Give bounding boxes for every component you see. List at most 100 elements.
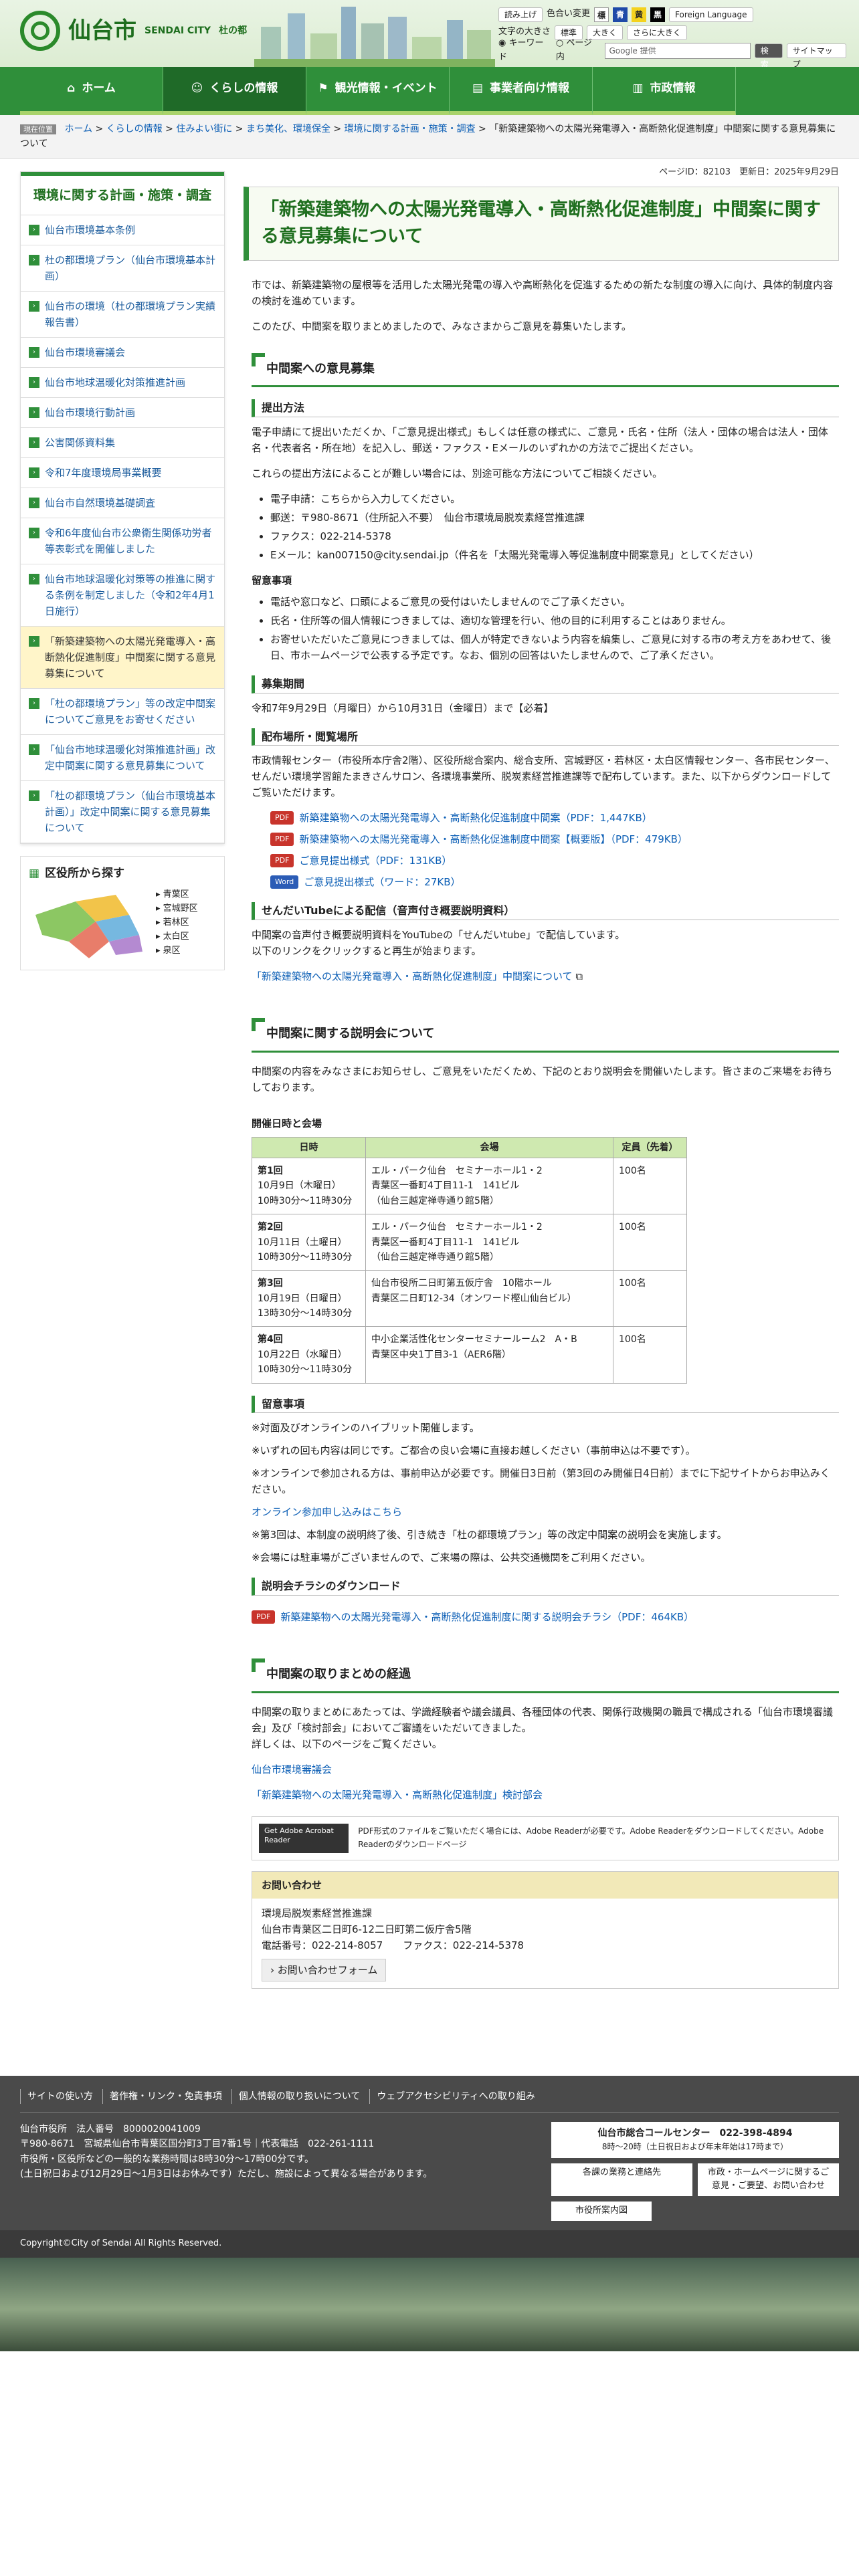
nav-home[interactable]: ⌂ ホーム	[20, 67, 163, 115]
chevron-right-icon: ›	[29, 225, 39, 236]
read-aloud-button[interactable]: 読み上げ	[498, 7, 543, 22]
ward-map-image[interactable]	[29, 888, 149, 962]
global-nav: ⌂ ホーム ☺ くらしの情報 ⚑ 観光情報・イベント ▤ 事業者向け情報 ▥ 市政情報	[0, 67, 859, 115]
sidebar-item[interactable]: › 令和6年度仙台市公衆衛生関係功労者等表彰式を開催しました	[21, 518, 224, 565]
breadcrumb-link[interactable]: くらしの情報	[106, 124, 163, 134]
chevron-right-icon: ›	[29, 498, 39, 509]
file-download-link[interactable]: 新築建築物への太陽光発電導入・高断熱化促進制度中間案【概要版】（PDF：479K…	[299, 831, 688, 847]
note-item: 氏名・住所等の個人情報につきましては、適切な管理を行い、他の目的に利用することは…	[270, 613, 839, 629]
logo-name: 仙台市	[68, 17, 136, 44]
chevron-right-icon: ›	[29, 255, 39, 266]
breadcrumb-link[interactable]: 住みよい街に	[176, 124, 232, 134]
session-datetime-cell: 第1回 10月9日（木曜日） 10時30分～11時30分	[252, 1157, 366, 1215]
breadcrumb-link[interactable]: まち美化、環境保全	[246, 124, 330, 134]
pdf-badge: PDF	[270, 833, 294, 846]
footer-button[interactable]: 各課の業務と連絡先	[551, 2163, 692, 2197]
city-emblem-icon	[20, 11, 60, 51]
nav-government[interactable]: ▥ 市政情報	[593, 67, 736, 115]
sidebar-item[interactable]: › 「新築建築物への太陽光発電導入・高断熱化促進制度」中間案に関する意見募集につい…	[21, 627, 224, 689]
chevron-right-icon: ▸	[156, 917, 163, 928]
foreign-language-button[interactable]: Foreign Language	[669, 7, 753, 22]
footer-button[interactable]: 市政・ホームページに関するご意見・ご要望、お問い合わせ	[698, 2163, 839, 2197]
adobe-reader-button[interactable]: Get Adobe Acrobat Reader	[259, 1823, 349, 1853]
color-yellow-button[interactable]: 黄	[632, 7, 647, 22]
note-item: ※第3回は、本制度の説明終了後、引き続き「杜の都環境プラン」等の改定中間案の説明…	[252, 1529, 727, 1541]
nav-business[interactable]: ▤ 事業者向け情報	[450, 67, 593, 115]
building-icon: ▤	[472, 82, 484, 96]
contact-line: 環境局脱炭素経営推進課	[262, 1907, 373, 1919]
sidebar-item[interactable]: › 令和7年度環境局事業概要	[21, 458, 224, 489]
ward-link[interactable]: ▸ 泉区	[156, 944, 198, 958]
section-heading: 中間案に関する説明会について	[252, 1017, 839, 1053]
flyer-download-link[interactable]: 新築建築物への太陽光発電導入・高断熱化促進制度に関する説明会チラシ（PDF：46…	[280, 1609, 694, 1625]
color-change-label: 色合い変更	[547, 9, 591, 19]
session-venue: 仙台市役所二日町第五仮庁舎 10階ホール 青葉区二日町12-34（オンワード樫山…	[365, 1270, 613, 1327]
color-black-button[interactable]: 黒	[650, 7, 666, 22]
subcommittee-link[interactable]: 「新築建築物への太陽光発電導入・高断熱化促進制度」検討部会	[252, 1789, 543, 1801]
radio-keyword[interactable]: ◉ キーワード	[498, 37, 552, 65]
paragraph: 中間案の音声付き概要説明資料をYouTubeの「せんだいtube」で配信していま…	[252, 928, 626, 941]
online-signup-link[interactable]: オンライン参加申し込みはこちら	[252, 1504, 839, 1520]
color-blue-button[interactable]: 青	[613, 7, 628, 22]
notes-heading: 留意事項	[252, 574, 292, 586]
footer-link[interactable]: サイトの使い方	[20, 2088, 100, 2104]
breadcrumb-link[interactable]: ホーム	[64, 124, 92, 134]
nav-living[interactable]: ☺ くらしの情報	[163, 67, 306, 115]
sitemap-button[interactable]: サイトマップ	[786, 43, 846, 67]
sidebar-item[interactable]: › 「杜の都環境プラン（仙台市環境基本計画）」改定中間案に関する意見募集について	[21, 781, 224, 844]
sidebar-item[interactable]: › 仙台市地球温暖化対策等の推進に関する条例を制定しました（令和2年4月1日施行）	[21, 564, 224, 627]
file-download: PDF 新築建築物への太陽光発電導入・高断熱化促進制度中間案（PDF：1,447K…	[270, 810, 839, 826]
sidebar-item[interactable]: › 仙台市の環境（杜の都環境プラン実績報告書）	[21, 292, 224, 338]
footer-link[interactable]: 著作権・リンク・免責事項	[102, 2088, 229, 2104]
sidebar-item[interactable]: › 「仙台市地球温暖化対策推進計画」改定中間案に関する意見募集について	[21, 735, 224, 782]
chevron-right-icon: ›	[29, 437, 39, 449]
sidebar-item[interactable]: › 仙台市地球温暖化対策推進計画	[21, 368, 224, 399]
sidebar-item[interactable]: › 仙台市環境審議会	[21, 338, 224, 368]
chevron-right-icon: ›	[29, 301, 39, 312]
breadcrumb-link[interactable]: 環境に関する計画・施策・調査	[345, 124, 476, 134]
sidebar-item[interactable]: › 仙台市環境行動計画	[21, 398, 224, 429]
font-larger-button[interactable]: さらに大きく	[627, 25, 688, 40]
session-number: 第4回	[258, 1334, 283, 1346]
ward-link[interactable]: ▸ 若林区	[156, 916, 198, 930]
skyline-illustration	[254, 7, 495, 67]
youtube-link[interactable]: 「新築建築物への太陽光発電導入・高断熱化促進制度」中間案について	[252, 970, 573, 982]
ward-map-box: ▦ 区役所から探す ▸ 青葉区 ▸ 宮城野区 ▸ 若林区 ▸ 太白区 ▸ 泉区	[20, 856, 225, 971]
footer-link[interactable]: 個人情報の取り扱いについて	[231, 2088, 367, 2104]
main-content: ページID：82103 更新日：2025年9月29日 「新築建築物への太陽光発電…	[244, 159, 839, 2002]
ward-link[interactable]: ▸ 青葉区	[156, 888, 198, 902]
table-row: 第3回 10月19日（日曜日） 13時30分～14時30分 仙台市役所二日町第五仮庁…	[252, 1270, 687, 1327]
sidebar-item[interactable]: › 仙台市自然環境基礎調査	[21, 488, 224, 519]
paragraph: 市政情報センター（市役所本庁舎2階）、区役所総合案内、総合支所、宮城野区・若林区…	[252, 754, 835, 799]
ward-name: 宮城野区	[163, 903, 198, 914]
contact-form-button[interactable]: › お問い合わせフォーム	[262, 1958, 387, 1981]
search-button[interactable]: 検索	[754, 43, 783, 67]
copyright: Copyright©City of Sendai All Rights Rese…	[0, 2230, 859, 2258]
sidebar-item[interactable]: › 「杜の都環境プラン」等の改定中間案についてご意見をお寄せください	[21, 689, 224, 736]
search-input[interactable]: Google 提供	[604, 42, 751, 59]
nav-tourism[interactable]: ⚑ 観光情報・イベント	[306, 67, 450, 115]
sidebar-item[interactable]: › 公害関係資料集	[21, 428, 224, 459]
intro-text: このたび、中間案を取りまとめましたので、みなさまからご意見を募集いたします。	[252, 320, 632, 332]
footer-link[interactable]: ウェブアクセシビリティへの取り組み	[369, 2088, 541, 2104]
file-download-link[interactable]: ご意見提出様式（PDF：131KB）	[299, 853, 452, 869]
file-download-link[interactable]: 新築建築物への太陽光発電導入・高断熱化促進制度中間案（PDF：1,447KB）	[299, 810, 652, 826]
page-title: 「新築建築物への太陽光発電導入・高断熱化促進制度」中間案に関する意見募集について	[244, 186, 839, 261]
table-header: 定員（先着）	[613, 1136, 687, 1158]
footer-button[interactable]: 市役所案内図	[551, 2202, 652, 2221]
contact-title: お問い合わせ	[252, 1871, 838, 1899]
radio-page[interactable]: ○ ページ内	[556, 37, 601, 65]
site-header: 仙台市 SENDAI CITY 杜の都 読み上げ 色合い変更 標準 青 黄 黒 …	[0, 0, 859, 67]
color-standard-button[interactable]: 標準	[594, 7, 609, 35]
home-icon: ⌂	[67, 82, 76, 96]
council-link[interactable]: 仙台市環境審議会	[252, 1763, 332, 1776]
file-download-link[interactable]: ご意見提出様式（ワード：27KB）	[304, 874, 460, 890]
ward-link[interactable]: ▸ 宮城野区	[156, 902, 198, 916]
site-logo[interactable]: 仙台市 SENDAI CITY 杜の都	[20, 11, 247, 51]
sidebar-title: 環境に関する計画・施策・調査	[21, 171, 224, 216]
sidebar-item[interactable]: › 杜の都環境プラン（仙台市環境基本計画）	[21, 245, 224, 292]
sidebar-item[interactable]: › 仙台市環境基本条例	[21, 215, 224, 246]
period-text: 令和7年9月29日（月曜日）から10月31日（金曜日）まで【必着】	[252, 702, 554, 714]
ward-link[interactable]: ▸ 太白区	[156, 930, 198, 944]
session-datetime: 10月22日（水曜日） 10時30分～11時30分	[258, 1349, 353, 1376]
